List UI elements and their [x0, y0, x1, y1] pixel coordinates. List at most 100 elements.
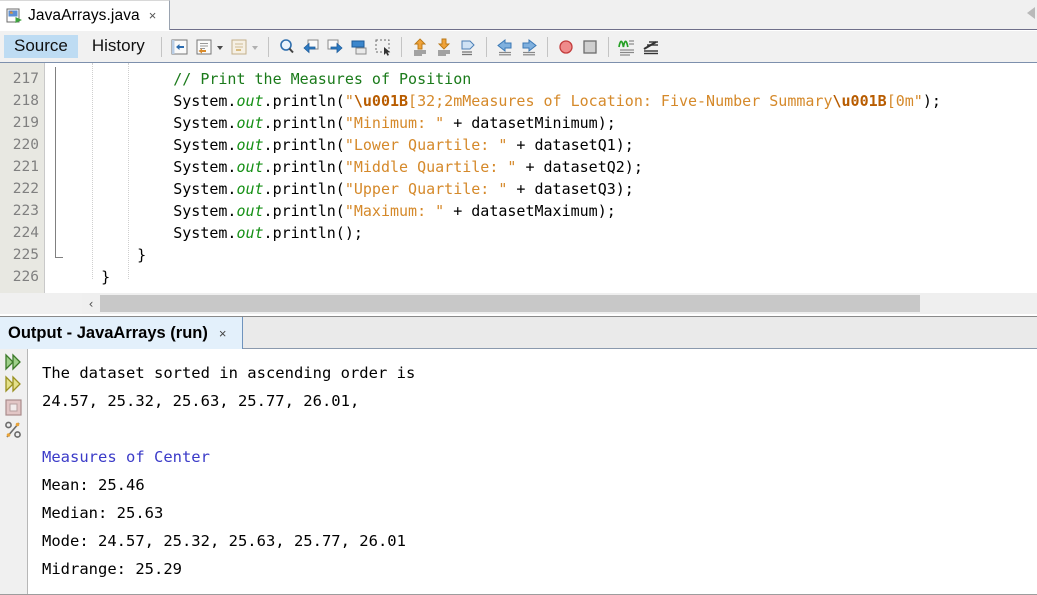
code-token: \u001B	[353, 92, 409, 110]
tab-history[interactable]: History	[82, 35, 155, 59]
toolbar-separator	[607, 36, 609, 57]
code-fold-column[interactable]	[45, 63, 65, 293]
rectangular-selection-icon[interactable]	[372, 36, 394, 58]
code-fold-bracket[interactable]	[55, 67, 63, 258]
toggle-rect-selection-icon[interactable]	[228, 36, 250, 58]
code-token: .println(	[263, 180, 345, 198]
output-line: 24.57, 25.32, 25.63, 25.77, 26.01,	[42, 392, 360, 410]
output-body: The dataset sorted in ascending order is…	[0, 349, 1037, 595]
code-token: }	[101, 268, 111, 286]
line-number: 223	[12, 203, 39, 219]
code-line[interactable]: System.out.println("Maximum: " + dataset…	[173, 200, 616, 222]
line-number: 218	[12, 93, 39, 109]
editor-tab-strip: JavaArrays.java ×	[0, 0, 1037, 30]
code-token: + datasetQ2);	[516, 158, 643, 176]
output-line: Mode: 24.57, 25.32, 25.63, 25.77, 26.01	[42, 532, 406, 550]
code-token: System.	[173, 92, 237, 110]
stop-process-icon[interactable]	[3, 397, 24, 418]
output-console-text[interactable]: The dataset sorted in ascending order is…	[28, 349, 1037, 594]
shift-line-left-icon[interactable]	[348, 36, 370, 58]
scrollbar-thumb[interactable]	[100, 295, 920, 312]
toggle-bookmark-icon[interactable]	[457, 36, 479, 58]
code-token: + datasetQ1);	[507, 136, 634, 154]
rerun-icon[interactable]	[3, 352, 24, 373]
code-token: \u001B	[832, 92, 887, 110]
code-token: }	[137, 246, 147, 264]
code-token: .println(	[263, 92, 345, 110]
code-token: "	[344, 92, 354, 110]
output-line: Mean: 25.46	[42, 476, 145, 494]
code-token: out	[236, 114, 264, 132]
code-token: System.	[173, 114, 237, 132]
code-token: out	[236, 92, 264, 110]
code-line[interactable]: System.out.println();	[173, 222, 363, 244]
file-tab-javaarrays[interactable]: JavaArrays.java ×	[0, 0, 170, 30]
line-number: 220	[12, 137, 39, 153]
code-token: "Upper Quartile: "	[344, 180, 508, 198]
scrollbar-corner	[0, 293, 82, 314]
code-line[interactable]: System.out.println("Upper Quartile: " + …	[173, 178, 634, 200]
code-token: + datasetMinimum);	[444, 114, 616, 132]
code-line[interactable]: }	[137, 244, 146, 266]
forward-icon[interactable]	[324, 36, 346, 58]
inspect-hierarchy-icon[interactable]	[640, 36, 662, 58]
line-number: 221	[12, 159, 39, 175]
code-token: .println(	[263, 114, 345, 132]
find-selection-dropdown-caret[interactable]	[216, 36, 225, 58]
line-number: 224	[12, 225, 39, 241]
last-edit-icon[interactable]	[169, 36, 191, 58]
code-token: "Middle Quartile: "	[344, 158, 517, 176]
code-line[interactable]: System.out.println("\u001B[32;2mMeasures…	[173, 90, 941, 112]
editor-toolbar: Source History	[0, 31, 1037, 63]
scroll-left-button[interactable]: ‹	[82, 293, 100, 314]
toolbar-separator	[546, 36, 548, 57]
find-selection-icon[interactable]	[193, 36, 215, 58]
code-token: [32;2mMeasures of Location: Five-Number …	[408, 92, 833, 110]
line-number: 222	[12, 181, 39, 197]
code-editor[interactable]: 217 218 219 220 221 222 223 224 225 226 // Print …	[0, 63, 1037, 293]
code-text-area[interactable]: // Print the Measures of Position System.…	[65, 63, 1037, 293]
shift-right-icon[interactable]	[518, 36, 540, 58]
code-token: System.	[173, 202, 237, 220]
code-token: out	[236, 224, 264, 242]
code-line[interactable]: System.out.println("Middle Quartile: " +…	[173, 156, 643, 178]
code-token: System.	[173, 158, 237, 176]
code-line[interactable]: System.out.println("Lower Quartile: " + …	[173, 134, 634, 156]
code-token: "Minimum: "	[344, 114, 445, 132]
toolbar-separator	[267, 36, 269, 57]
tab-source[interactable]: Source	[4, 34, 78, 59]
editor-horizontal-scrollbar[interactable]: ‹	[0, 293, 1037, 314]
code-token: .println();	[263, 224, 363, 242]
code-token: .println(	[263, 158, 345, 176]
code-line[interactable]: System.out.println("Minimum: " + dataset…	[173, 112, 616, 134]
code-token: out	[236, 180, 264, 198]
previous-bookmark-icon[interactable]	[409, 36, 431, 58]
code-token: [0m"	[886, 92, 923, 110]
output-tab-javaarrays-run[interactable]: Output - JavaArrays (run) ×	[0, 317, 243, 349]
code-token: .println(	[263, 202, 345, 220]
code-token: out	[236, 158, 264, 176]
next-bookmark-icon[interactable]	[433, 36, 455, 58]
line-number: 225	[12, 247, 39, 263]
file-tab-label: JavaArrays.java	[28, 6, 140, 24]
toolbar-separator	[485, 36, 487, 57]
output-tab-close-icon[interactable]: ×	[219, 327, 227, 340]
io-settings-icon[interactable]	[3, 420, 24, 441]
code-token: .println(	[263, 136, 345, 154]
output-tab-strip: Output - JavaArrays (run) ×	[0, 316, 1037, 349]
back-icon[interactable]	[300, 36, 322, 58]
output-line: Measures of Center	[42, 448, 210, 466]
toggle-breakpoint-icon[interactable]	[555, 36, 577, 58]
code-line[interactable]: }	[101, 266, 110, 288]
code-line[interactable]: // Print the Measures of Position	[173, 68, 471, 90]
file-tab-close-icon[interactable]: ×	[149, 9, 157, 22]
shift-left-icon[interactable]	[494, 36, 516, 58]
stop-icon[interactable]	[579, 36, 601, 58]
output-action-rail	[0, 349, 28, 594]
zoom-icon[interactable]	[276, 36, 298, 58]
rerun-alt-icon[interactable]	[3, 374, 24, 395]
inspect-members-icon[interactable]	[616, 36, 638, 58]
tab-overflow-left-arrow-icon[interactable]	[1027, 7, 1035, 19]
line-number: 217	[12, 71, 39, 87]
